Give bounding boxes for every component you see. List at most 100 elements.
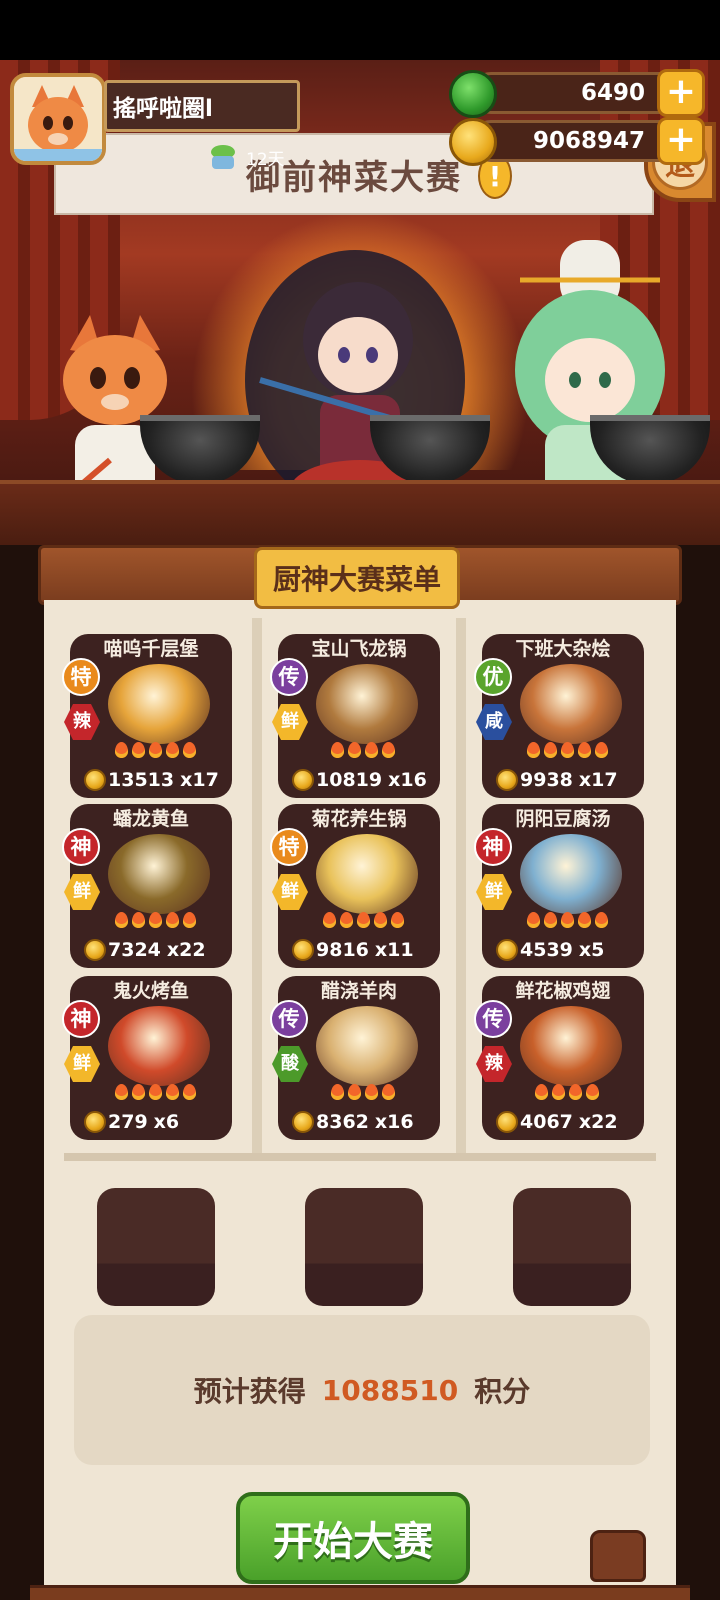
dish-flavor-badge: 鲜 <box>476 874 512 910</box>
dish-heat-rating <box>100 742 210 762</box>
flame-icon <box>586 1084 599 1100</box>
flame-icon <box>348 742 361 758</box>
flame-icon <box>535 1084 548 1100</box>
dish-image <box>316 664 418 744</box>
dish-name: 下班大杂烩 <box>515 638 611 660</box>
flame-icon <box>148 912 162 928</box>
dish-card[interactable]: 喵呜千层堡特辣 13513 x17 <box>62 634 232 798</box>
flame-icon <box>339 912 353 928</box>
avatar[interactable] <box>10 73 106 165</box>
dish-price: 4539 x5 <box>496 936 604 964</box>
dish-grade-badge: 神 <box>62 1000 100 1038</box>
column-divider <box>252 618 262 1158</box>
bottom-frame <box>30 1585 690 1600</box>
dish-grade-badge: 神 <box>62 828 100 866</box>
dish-image <box>108 664 210 744</box>
coin-icon <box>292 939 314 961</box>
dish-card[interactable]: 醋浇羊肉传酸 8362 x16 <box>270 976 440 1140</box>
flame-icon <box>114 1084 128 1100</box>
flame-icon <box>182 1084 196 1100</box>
player-name: 搖呼啦圈l <box>113 96 213 122</box>
dish-slot-empty[interactable] <box>97 1188 215 1306</box>
dish-quantity: x22 <box>578 1111 618 1133</box>
coin-icon <box>292 769 314 791</box>
dish-flavor-badge: 辣 <box>476 1046 512 1082</box>
dish-price: 9938 x17 <box>496 766 618 794</box>
flame-icon <box>382 742 395 758</box>
dish-name: 喵呜千层堡 <box>103 638 199 660</box>
coin-amount: 9068947 <box>532 128 645 154</box>
dish-quantity: x6 <box>153 1111 180 1133</box>
dish-flavor-badge: 鲜 <box>64 874 100 910</box>
start-contest-button[interactable]: 开始大赛 <box>236 1492 470 1584</box>
jade-amount: 6490 <box>580 80 645 106</box>
row-divider <box>64 1153 656 1161</box>
stage-counter <box>0 480 720 545</box>
dish-price: 10819 x16 <box>292 766 427 794</box>
coin-icon <box>292 1111 314 1133</box>
dish-price-value: 279 <box>108 1111 148 1133</box>
add-coins-button[interactable]: + <box>657 117 705 165</box>
flame-icon <box>526 912 540 928</box>
flame-icon <box>165 912 179 928</box>
dish-grade-badge: 神 <box>474 828 512 866</box>
dish-name: 鲜花椒鸡翅 <box>515 980 611 1002</box>
add-jade-button[interactable]: + <box>657 69 705 117</box>
flame-icon <box>577 912 591 928</box>
dish-image <box>520 664 622 744</box>
dish-flavor-badge: 鲜 <box>272 874 308 910</box>
flame-icon <box>365 742 378 758</box>
dish-slot-empty[interactable] <box>305 1188 423 1306</box>
jade-currency: 6490 + <box>449 69 705 118</box>
dish-price-value: 13513 <box>108 769 175 791</box>
dish-quantity: x22 <box>166 939 206 961</box>
estimate-value: 1088510 <box>321 1373 459 1407</box>
dish-image <box>520 1006 622 1086</box>
dish-quantity: x16 <box>374 1111 414 1133</box>
flame-icon <box>114 912 128 928</box>
dish-card[interactable]: 鬼火烤鱼神鲜 279 x6 <box>62 976 232 1140</box>
dish-name: 鬼火烤鱼 <box>112 980 189 1002</box>
dish-grade-badge: 特 <box>270 828 308 866</box>
dish-price-value: 9816 <box>316 939 369 961</box>
dish-price: 279 x6 <box>84 1108 179 1136</box>
dish-heat-rating <box>308 742 418 762</box>
dish-image <box>316 834 418 914</box>
status-bar <box>0 0 720 60</box>
dish-quantity: x5 <box>578 939 605 961</box>
dish-quantity: x17 <box>578 769 618 791</box>
dish-grade-badge: 特 <box>62 658 100 696</box>
dish-grade-badge: 优 <box>474 658 512 696</box>
flame-icon <box>382 1084 395 1100</box>
dish-grade-badge: 传 <box>474 1000 512 1038</box>
dish-card[interactable]: 下班大杂烩优咸 9938 x17 <box>474 634 644 798</box>
dish-price: 7324 x22 <box>84 936 206 964</box>
dish-name: 蟠龙黄鱼 <box>112 808 189 830</box>
dish-price-value: 4539 <box>520 939 573 961</box>
avatar-cat-icon <box>14 77 102 161</box>
coin-icon <box>84 939 106 961</box>
dish-card[interactable]: 宝山飞龙锅传鲜 10819 x16 <box>270 634 440 798</box>
dish-price: 9816 x11 <box>292 936 414 964</box>
flame-icon <box>356 912 370 928</box>
dish-card[interactable]: 阴阳豆腐汤神鲜 4539 x5 <box>474 804 644 968</box>
dish-price: 4067 x22 <box>496 1108 618 1136</box>
dish-card[interactable]: 蟠龙黄鱼神鲜 7324 x22 <box>62 804 232 968</box>
dish-price-value: 9938 <box>520 769 573 791</box>
flame-icon <box>322 912 336 928</box>
flame-icon <box>594 742 608 758</box>
dish-card[interactable]: 菊花养生锅特鲜 9816 x11 <box>270 804 440 968</box>
dish-quantity: x11 <box>374 939 414 961</box>
dish-card[interactable]: 鲜花椒鸡翅传辣 4067 x22 <box>474 976 644 1140</box>
coin-icon <box>496 769 518 791</box>
dish-heat-rating <box>512 742 622 762</box>
dish-quantity: x16 <box>388 769 427 791</box>
dish-slot-empty[interactable] <box>513 1188 631 1306</box>
dish-name: 阴阳豆腐汤 <box>515 808 611 830</box>
coin-icon <box>449 118 497 166</box>
dish-heat-rating <box>100 1084 210 1104</box>
dish-price-value: 4067 <box>520 1111 573 1133</box>
start-contest-label: 开始大赛 <box>273 1519 433 1565</box>
dish-name: 宝山飞龙锅 <box>311 638 407 660</box>
estimate-box: 预计获得 1088510 积分 <box>74 1315 650 1465</box>
